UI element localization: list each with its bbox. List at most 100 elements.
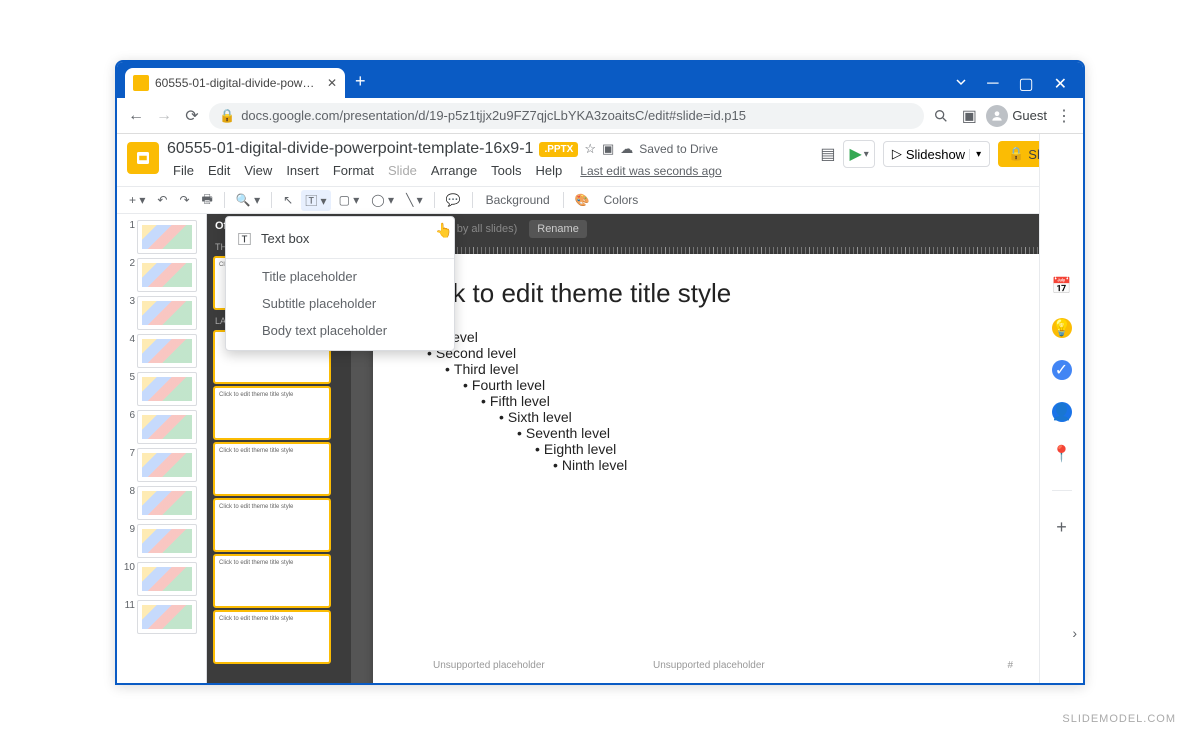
unsupported-placeholder: Unsupported placeholder bbox=[433, 660, 545, 671]
layout-thumb[interactable]: Click to edit theme title style bbox=[213, 498, 331, 552]
browser-window: 60555-01-digital-divide-powerpc ✕ + ─ ▢ … bbox=[115, 60, 1085, 685]
slides-logo[interactable] bbox=[127, 142, 159, 174]
menu-insert[interactable]: Insert bbox=[280, 161, 325, 180]
browser-tab[interactable]: 60555-01-digital-divide-powerpc ✕ bbox=[125, 68, 345, 98]
textbox-tool[interactable]: 🅃 ▾ bbox=[301, 190, 330, 211]
colors-button[interactable]: Colors bbox=[598, 191, 645, 209]
play-icon: ▷ bbox=[892, 146, 902, 162]
dropdown-item-subtitle-placeholder[interactable]: Subtitle placeholder bbox=[226, 290, 454, 317]
contacts-addon-icon[interactable]: 👤 bbox=[1052, 402, 1072, 422]
slideshow-button[interactable]: ▷ Slideshow ▾ bbox=[883, 141, 990, 167]
layout-thumb[interactable]: Click to edit theme title style bbox=[213, 610, 331, 664]
slide-thumb: 6 bbox=[117, 408, 206, 446]
search-icon[interactable] bbox=[930, 105, 952, 127]
page-number-placeholder: # bbox=[1007, 660, 1013, 671]
side-panel-rail: 📅 💡 ✓ 👤 📍 + bbox=[1039, 134, 1083, 683]
slideshow-label: Slideshow bbox=[906, 147, 965, 162]
menu-tools[interactable]: Tools bbox=[485, 161, 527, 180]
panel-icon[interactable]: ▣ bbox=[958, 105, 980, 127]
saved-status: Saved to Drive bbox=[639, 142, 718, 156]
dropdown-item-body-placeholder[interactable]: Body text placeholder bbox=[226, 317, 454, 344]
dropdown-item-textbox[interactable]: 🅃 Text box bbox=[226, 223, 454, 254]
line-tool[interactable]: ╲ ▾ bbox=[402, 191, 427, 209]
hide-sidepanel-button[interactable]: › bbox=[1072, 625, 1077, 641]
image-tool[interactable]: ▢ ▾ bbox=[335, 191, 364, 209]
rename-button[interactable]: Rename bbox=[529, 220, 587, 238]
menu-edit[interactable]: Edit bbox=[202, 161, 236, 180]
print-button[interactable]: 🖶 bbox=[198, 188, 217, 213]
close-window-button[interactable]: ✕ bbox=[1054, 74, 1067, 94]
move-folder-icon[interactable]: ▣ bbox=[602, 141, 614, 157]
slide-thumb: 9 bbox=[117, 522, 206, 560]
tab-title: 60555-01-digital-divide-powerpc bbox=[155, 76, 319, 90]
slides-favicon bbox=[133, 75, 149, 91]
zoom-button[interactable]: 🔍 ▾ bbox=[232, 191, 264, 209]
theme-title-placeholder[interactable]: Click to edit theme title style bbox=[409, 278, 1037, 309]
keep-addon-icon[interactable]: 💡 bbox=[1052, 318, 1072, 338]
layout-thumb[interactable]: Click to edit theme title style bbox=[213, 442, 331, 496]
undo-button[interactable]: ↶ bbox=[153, 191, 171, 209]
comment-tool[interactable]: 💬 bbox=[442, 191, 465, 209]
slide-thumb: 2 bbox=[117, 256, 206, 294]
chevron-down-icon[interactable] bbox=[955, 75, 967, 93]
maximize-button[interactable]: ▢ bbox=[1018, 74, 1033, 94]
slide-thumb: 11 bbox=[117, 598, 206, 636]
theme-body-placeholder[interactable]: • First level • Second level • Third lev… bbox=[409, 329, 1037, 473]
maps-addon-icon[interactable]: 📍 bbox=[1052, 444, 1072, 464]
layout-thumb[interactable]: Click to edit theme title style bbox=[213, 386, 331, 440]
guest-label: Guest bbox=[1012, 108, 1047, 123]
redo-button[interactable]: ↷ bbox=[175, 191, 193, 209]
textbox-icon: 🅃 bbox=[238, 229, 251, 248]
menu-format[interactable]: Format bbox=[327, 161, 380, 180]
menu-view[interactable]: View bbox=[238, 161, 278, 180]
watermark: SLIDEMODEL.COM bbox=[1062, 713, 1176, 725]
tasks-addon-icon[interactable]: ✓ bbox=[1052, 360, 1072, 380]
palette-icon: 🎨 bbox=[571, 191, 594, 209]
menu-file[interactable]: File bbox=[167, 161, 200, 180]
reload-button[interactable]: ⟳ bbox=[181, 105, 203, 127]
meet-icon: ▶ bbox=[849, 144, 861, 164]
calendar-addon-icon[interactable]: 📅 bbox=[1052, 276, 1072, 296]
close-tab-icon[interactable]: ✕ bbox=[327, 76, 337, 90]
omnibox[interactable]: 🔒 docs.google.com/presentation/d/19-p5z1… bbox=[209, 103, 924, 129]
dropdown-item-title-placeholder[interactable]: Title placeholder bbox=[226, 263, 454, 290]
toolbar: + ▾ ↶ ↷ 🖶 🔍 ▾ ↖ 🅃 ▾ ▢ ▾ ◯ ▾ ╲ ▾ 💬 Backgr… bbox=[117, 186, 1083, 214]
menu-arrange[interactable]: Arrange bbox=[425, 161, 483, 180]
minimize-button[interactable]: ─ bbox=[987, 75, 998, 93]
slide-thumb: 10 bbox=[117, 560, 206, 598]
browser-titlebar: 60555-01-digital-divide-powerpc ✕ + ─ ▢ … bbox=[117, 62, 1083, 98]
profile-chip[interactable]: Guest bbox=[986, 105, 1047, 127]
new-tab-button[interactable]: + bbox=[355, 71, 366, 92]
address-bar: ← → ⟳ 🔒 docs.google.com/presentation/d/1… bbox=[117, 98, 1083, 134]
forward-button[interactable]: → bbox=[153, 105, 175, 127]
select-tool[interactable]: ↖ bbox=[279, 191, 297, 209]
document-title[interactable]: 60555-01-digital-divide-powerpoint-templ… bbox=[167, 140, 533, 158]
back-button[interactable]: ← bbox=[125, 105, 147, 127]
meet-button[interactable]: ▶ ▾ bbox=[843, 140, 874, 168]
cursor-pointer-icon: 👆 bbox=[435, 222, 452, 239]
comments-button[interactable]: ▤ bbox=[820, 144, 835, 164]
slide-thumb: 3 bbox=[117, 294, 206, 332]
url-text: docs.google.com/presentation/d/19-p5z1tj… bbox=[241, 108, 746, 123]
menu-bar: File Edit View Insert Format Slide Arran… bbox=[167, 161, 812, 180]
last-edit-link[interactable]: Last edit was seconds ago bbox=[574, 162, 727, 180]
slide-thumb: 7 bbox=[117, 446, 206, 484]
lock-icon: 🔒 bbox=[1008, 146, 1024, 162]
star-icon[interactable]: ☆ bbox=[584, 141, 596, 157]
filmstrip[interactable]: 1 2 3 4 5 6 7 8 9 10 11 bbox=[117, 214, 207, 685]
shape-tool[interactable]: ◯ ▾ bbox=[367, 191, 398, 209]
slide-thumb: 4 bbox=[117, 332, 206, 370]
background-button[interactable]: Background bbox=[480, 191, 556, 209]
new-slide-button[interactable]: + ▾ bbox=[125, 191, 149, 209]
get-addons-button[interactable]: + bbox=[1052, 517, 1072, 537]
slide-canvas[interactable]: Click to edit theme title style • First … bbox=[373, 254, 1073, 685]
menu-slide[interactable]: Slide bbox=[382, 161, 423, 180]
layout-thumb[interactable]: Click to edit theme title style bbox=[213, 554, 331, 608]
slide-thumb: 8 bbox=[117, 484, 206, 522]
chrome-menu-button[interactable]: ⋮ bbox=[1053, 105, 1075, 127]
textbox-label: Text box bbox=[261, 231, 309, 246]
menu-help[interactable]: Help bbox=[530, 161, 569, 180]
lock-icon: 🔒 bbox=[219, 108, 235, 124]
slide-thumb: 1 bbox=[117, 218, 206, 256]
unsupported-placeholder: Unsupported placeholder bbox=[653, 660, 765, 671]
